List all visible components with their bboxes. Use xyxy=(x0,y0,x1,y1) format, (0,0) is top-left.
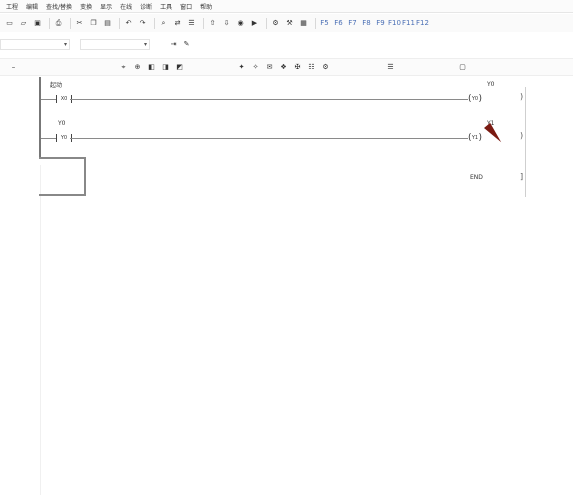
monitor-mode-icon[interactable]: ◩ xyxy=(174,62,185,73)
edit-toolbar: – ⌖ ⊕ ◧ ◨ ◩ ✦ ✧ ✉ ❖ ✠ ☷ ⚙ ☰ ▢ xyxy=(0,58,573,76)
left-power-rail xyxy=(39,77,41,157)
read-mode-icon[interactable]: ◧ xyxy=(146,62,157,73)
write-mode-icon[interactable]: ◨ xyxy=(160,62,171,73)
ladder-editor[interactable]: 起动 X0 Y0 Y0 ) Y0 Y0 Y1 Y1 ) END ] xyxy=(0,77,573,495)
ladder-key-f5: F5 xyxy=(320,18,329,27)
program-select[interactable]: ▾ xyxy=(0,39,70,50)
device-comment-icon[interactable]: ✦ xyxy=(236,62,247,73)
dash-icon[interactable]: – xyxy=(8,62,19,73)
ladder-delete-icon[interactable]: F12 xyxy=(416,18,429,29)
jump-icon[interactable]: ⇥ xyxy=(168,39,179,50)
rung2-line-left xyxy=(41,138,56,139)
rung1-contact-comment: 起动 xyxy=(50,82,63,89)
editor-gutter xyxy=(40,165,41,495)
ladder-key-f9: F9 xyxy=(376,18,385,27)
menu-edit[interactable]: 编辑 xyxy=(26,2,38,11)
menu-window[interactable]: 窗口 xyxy=(180,2,192,11)
menu-view[interactable]: 显示 xyxy=(100,2,112,11)
toolbar-separator xyxy=(70,17,71,29)
rung2-line-mid xyxy=(70,138,468,139)
list-icon[interactable]: ☰ xyxy=(385,62,396,73)
ladder-coil-icon[interactable]: F8 xyxy=(361,18,372,29)
menu-diagnostics[interactable]: 诊断 xyxy=(140,2,152,11)
undo-icon[interactable]: ↶ xyxy=(123,18,134,29)
rung1-contact-device: X0 xyxy=(60,96,68,102)
ladder-key-f8: F8 xyxy=(362,18,371,27)
end-bracket: ] xyxy=(520,172,524,181)
ladder-key-f11: F11 xyxy=(402,18,415,27)
alias-icon[interactable]: ❖ xyxy=(278,62,289,73)
rung1-coil-device: Y0 xyxy=(471,96,479,102)
toolbar-separator xyxy=(203,17,204,29)
write-plc-icon[interactable]: ⇧ xyxy=(207,18,218,29)
rung2-end-bracket: ) xyxy=(520,131,524,140)
toolbar-separator xyxy=(315,17,316,29)
macro-icon[interactable]: ✠ xyxy=(292,62,303,73)
diagnose-icon[interactable]: ⚙ xyxy=(270,18,281,29)
monitor-icon[interactable]: ◉ xyxy=(235,18,246,29)
comment-icon[interactable]: ✎ xyxy=(181,39,192,50)
toolbar-separator xyxy=(266,17,267,29)
window-icon[interactable]: ▦ xyxy=(298,18,309,29)
ladder-contact-no-icon[interactable]: F5 xyxy=(319,18,330,29)
rung2-contact-device: Y0 xyxy=(60,135,68,141)
chevron-down-icon: ▾ xyxy=(63,41,67,48)
rung2-coil-device: Y1 xyxy=(471,135,479,141)
ladder-key-f12: F12 xyxy=(416,18,429,27)
window-close-icon[interactable]: ▢ xyxy=(457,62,468,73)
rung1-coil-comment: Y0 xyxy=(487,81,495,88)
ladder-contact-parallel-icon[interactable]: F6 xyxy=(333,18,344,29)
ladder-key-f7: F7 xyxy=(348,18,357,27)
find-icon[interactable]: ⌕ xyxy=(158,18,169,29)
toolbar-separator xyxy=(154,17,155,29)
rung1-line-left xyxy=(41,99,56,100)
open-icon[interactable]: ▱ xyxy=(18,18,29,29)
toolbar-separator xyxy=(119,17,120,29)
save-icon[interactable]: ▣ xyxy=(32,18,43,29)
menu-online[interactable]: 在线 xyxy=(120,2,132,11)
right-power-rail xyxy=(525,87,526,197)
run-icon[interactable]: ▶ xyxy=(249,18,260,29)
secondary-toolbar: ▾ ▾ ⇥ ✎ xyxy=(0,36,573,52)
rung1-line-mid xyxy=(70,99,468,100)
read-plc-icon[interactable]: ⇩ xyxy=(221,18,232,29)
chevron-down-icon: ▾ xyxy=(143,41,147,48)
menu-tools[interactable]: 工具 xyxy=(160,2,172,11)
new-icon[interactable]: ▭ xyxy=(4,18,15,29)
redo-icon[interactable]: ↷ xyxy=(137,18,148,29)
toolbar-separator xyxy=(49,17,50,29)
menu-bar: 工程 编辑 查找/替换 变换 显示 在线 诊断 工具 窗口 帮助 xyxy=(0,0,573,13)
edit-cursor[interactable] xyxy=(39,157,86,196)
replace-icon[interactable]: ⇄ xyxy=(172,18,183,29)
ladder-vline-icon[interactable]: F11 xyxy=(402,18,415,29)
end-instruction: END xyxy=(470,174,483,181)
rung2-coil[interactable]: Y1 xyxy=(468,133,482,143)
menu-help[interactable]: 帮助 xyxy=(200,2,212,11)
settings-icon[interactable]: ⚙ xyxy=(320,62,331,73)
main-toolbar: ▭ ▱ ▣ ⎙ ✂ ❐ ▤ ↶ ↷ ⌕ ⇄ ☰ ⇧ ⇩ ◉ ▶ ⚙ ⚒ ▦ F5… xyxy=(0,14,573,32)
print-icon[interactable]: ⎙ xyxy=(53,18,64,29)
rung1-coil[interactable]: Y0 xyxy=(468,94,482,104)
display-icon[interactable]: ☷ xyxy=(306,62,317,73)
ladder-key-f6: F6 xyxy=(334,18,343,27)
select-mode-icon[interactable]: ⌖ xyxy=(118,62,129,73)
options-icon[interactable]: ⚒ xyxy=(284,18,295,29)
menu-convert[interactable]: 变换 xyxy=(80,2,92,11)
copy-icon[interactable]: ❐ xyxy=(88,18,99,29)
rung2-contact-comment: Y0 xyxy=(58,120,66,127)
device-list-icon[interactable]: ☰ xyxy=(186,18,197,29)
ladder-instruction-icon[interactable]: F9 xyxy=(375,18,386,29)
paste-icon[interactable]: ▤ xyxy=(102,18,113,29)
statement-icon[interactable]: ✧ xyxy=(250,62,261,73)
ladder-hline-icon[interactable]: F10 xyxy=(388,18,401,29)
rung1-end-bracket: ) xyxy=(520,92,524,101)
note-icon[interactable]: ✉ xyxy=(264,62,275,73)
step-select[interactable]: ▾ xyxy=(80,39,150,50)
menu-find-replace[interactable]: 查找/替换 xyxy=(46,2,72,11)
menu-project[interactable]: 工程 xyxy=(6,2,18,11)
zoom-icon[interactable]: ⊕ xyxy=(132,62,143,73)
ladder-key-f10: F10 xyxy=(388,18,401,27)
cut-icon[interactable]: ✂ xyxy=(74,18,85,29)
ladder-contact-nc-icon[interactable]: F7 xyxy=(347,18,358,29)
